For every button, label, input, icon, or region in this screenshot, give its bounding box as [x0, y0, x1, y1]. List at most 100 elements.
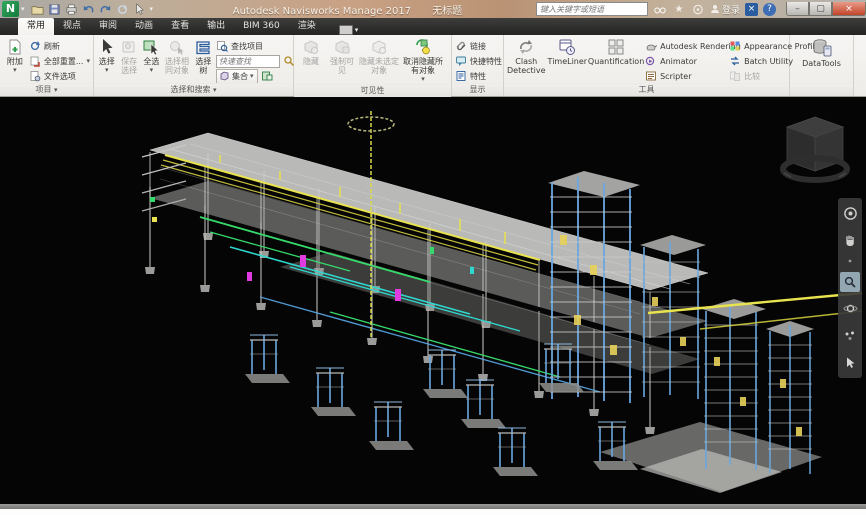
compare-button[interactable]: 比较 — [729, 69, 817, 83]
tab-viewpoint[interactable]: 视点 — [54, 18, 90, 35]
select-button[interactable]: 选择 ▾ — [97, 37, 117, 75]
close-button[interactable]: × — [832, 2, 866, 16]
chevron-down-icon: ▾ — [13, 66, 17, 75]
zoom-button[interactable] — [840, 272, 860, 292]
orbit-button[interactable] — [840, 299, 860, 319]
group-label-visibility[interactable]: 可见性 — [294, 84, 451, 97]
ribbon-group-select-search: 选择 ▾ 保存选择 全选 ▾ 选择相同对象 选择树 — [94, 35, 294, 96]
select-all-button[interactable]: 全选 ▾ — [142, 37, 162, 75]
exchange-apps-icon[interactable]: × — [745, 3, 758, 16]
select-same-button[interactable]: 选择相同对象 — [163, 37, 191, 75]
require-label: 强制可见 — [327, 57, 357, 75]
look-around-icon — [843, 329, 857, 343]
sets-label: 集合 — [232, 71, 248, 82]
animator-button[interactable]: Animator — [645, 54, 727, 68]
look-around-button[interactable] — [840, 326, 860, 346]
app-title: Autodesk Navisworks Manage 2017 — [233, 6, 411, 17]
communication-center-icon[interactable] — [691, 3, 705, 16]
tab-home[interactable]: 常用 — [18, 18, 54, 35]
nav-dropdown-dot[interactable] — [840, 257, 860, 265]
refresh-icon[interactable] — [116, 3, 129, 16]
save-selection-button[interactable]: 保存选择 — [119, 37, 140, 75]
hide-unselected-button[interactable]: 隐藏未选定对象 — [359, 37, 399, 75]
favorites-star-icon[interactable]: ★ — [672, 3, 686, 16]
chevron-down-icon: ▾ — [86, 57, 90, 65]
append-button[interactable]: 附加 ▾ — [3, 37, 27, 75]
pan-button[interactable] — [840, 230, 860, 250]
sign-in-button[interactable]: 登录 — [710, 3, 740, 16]
person-icon — [710, 4, 720, 14]
hide-button[interactable]: 隐藏 — [297, 37, 325, 66]
redo-icon[interactable] — [99, 3, 112, 16]
save-icon[interactable] — [48, 3, 61, 16]
group-label-select-search[interactable]: 选择和搜索 ▾ — [94, 83, 293, 96]
clash-detective-label: Clash Detective — [507, 57, 546, 75]
group-label-display[interactable]: 显示 — [452, 83, 503, 96]
infocenter-search-input[interactable] — [536, 2, 648, 16]
select-same-icon — [168, 38, 186, 56]
qat-customize-chevron-icon[interactable]: ▾ — [150, 5, 154, 13]
group-label-project[interactable]: 项目 ▾ — [0, 83, 93, 96]
timeliner-button[interactable]: TimeLiner — [548, 37, 588, 66]
animator-label: Animator — [660, 57, 697, 66]
select-same-label: 选择相同对象 — [163, 57, 191, 75]
undo-icon[interactable] — [82, 3, 95, 16]
clash-detective-button[interactable]: Clash Detective — [507, 37, 546, 75]
dropdown-arrow-icon: ▾ — [213, 86, 217, 94]
tab-animation[interactable]: 动画 — [126, 18, 162, 35]
full-navigation-wheel-button[interactable] — [840, 203, 860, 223]
help-icon[interactable]: ? — [763, 3, 776, 16]
refresh-button[interactable]: 刷新 — [29, 39, 90, 53]
quantification-button[interactable]: Quantification — [589, 37, 643, 66]
autodesk-rendering-button[interactable]: Autodesk Rendering — [645, 39, 727, 53]
ribbon-group-datatools: DataTools — [790, 35, 854, 96]
quick-properties-button[interactable]: 快捷特性 — [455, 54, 502, 68]
ribbon-options-button[interactable]: ▾ — [335, 25, 363, 35]
view-cube[interactable] — [780, 109, 850, 193]
autodesk-rendering-icon — [645, 40, 657, 52]
ribbon-tab-row: 常用 视点 审阅 动画 查看 输出 BIM 360 渲染 ▾ — [0, 18, 866, 35]
quantification-label: Quantification — [588, 57, 644, 66]
reset-all-button[interactable]: 全部重置... ▾ — [29, 54, 90, 68]
find-items-button[interactable]: 查找项目 — [216, 39, 290, 53]
title-bar: N ▾ ▾ Autodesk Navisworks Manage 2017 无标… — [0, 0, 866, 18]
quick-properties-label: 快捷特性 — [470, 56, 502, 67]
tab-view[interactable]: 查看 — [162, 18, 198, 35]
tab-bim360[interactable]: BIM 360 — [234, 18, 289, 35]
reset-all-label: 全部重置... — [44, 56, 84, 67]
tab-output[interactable]: 输出 — [198, 18, 234, 35]
datatools-button[interactable]: DataTools — [794, 37, 850, 68]
display-label-text: 显示 — [470, 85, 486, 94]
chevron-down-icon: ▾ — [250, 72, 254, 80]
minimize-button[interactable]: – — [786, 2, 809, 16]
quick-find-input[interactable] — [216, 55, 280, 68]
properties-button[interactable]: 特性 — [455, 69, 502, 83]
select-all-icon — [142, 38, 160, 56]
unhide-all-label: 取消隐藏所有对象 — [401, 57, 445, 75]
infocenter: ★ 登录 × ? — [536, 2, 780, 16]
file-options-button[interactable]: 文件选项 — [29, 69, 90, 83]
ribbon-group-visibility: 隐藏 强制可见 隐藏未选定对象 取消隐藏所有对象 ▾ 可见性 — [294, 35, 452, 96]
maximize-button[interactable]: ▢ — [809, 2, 832, 16]
datatools-icon — [811, 38, 833, 58]
print-icon[interactable] — [65, 3, 78, 16]
import-export-sets-icon[interactable] — [261, 70, 273, 82]
compare-label: 比较 — [744, 71, 760, 82]
compare-icon — [729, 70, 741, 82]
navisworks-app-button[interactable]: N — [2, 1, 19, 17]
scripter-button[interactable]: Scripter — [645, 69, 727, 83]
search-binoculars-icon[interactable] — [653, 3, 667, 16]
unhide-all-button[interactable]: 取消隐藏所有对象 ▾ — [401, 37, 445, 84]
model-3d[interactable] — [0, 97, 866, 504]
select-cursor-icon[interactable] — [133, 3, 146, 16]
open-icon[interactable] — [31, 3, 44, 16]
group-label-tools[interactable]: 工具 — [504, 83, 789, 96]
viewport-3d[interactable] — [0, 97, 866, 504]
tab-render[interactable]: 渲染 — [289, 18, 325, 35]
selection-tree-button[interactable]: 选择树 — [193, 37, 214, 75]
tab-review[interactable]: 审阅 — [90, 18, 126, 35]
sets-dropdown[interactable]: 集合 ▾ — [216, 69, 258, 84]
links-button[interactable]: 链接 — [455, 39, 502, 53]
require-button[interactable]: 强制可见 — [327, 37, 357, 75]
select-tool-button[interactable] — [840, 352, 860, 372]
